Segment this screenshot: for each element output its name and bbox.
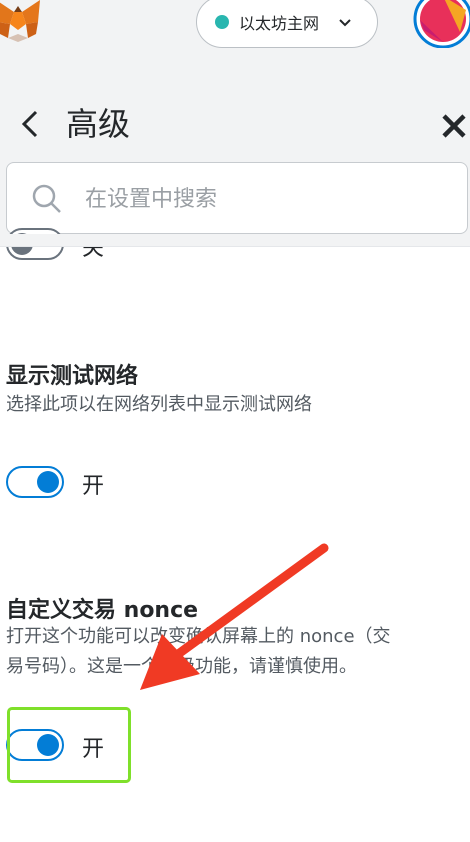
annotation-highlight-box: [7, 707, 131, 783]
chevron-down-icon: [339, 19, 351, 27]
header-divider: [0, 246, 470, 247]
metamask-fox-icon[interactable]: [0, 0, 44, 42]
toggle-knob: [37, 471, 59, 493]
show-test-networks-toggle[interactable]: [6, 466, 64, 498]
network-selector[interactable]: 以太坊主网: [196, 0, 378, 48]
search-input[interactable]: [83, 177, 457, 221]
custom-nonce-description-line2: 易号码）。这是一个高级功能，请谨慎使用。: [6, 656, 357, 677]
show-test-networks-title: 显示测试网络: [6, 364, 139, 389]
header-bottom-strip: [0, 234, 470, 246]
app-header: 以太坊主网: [0, 0, 470, 58]
show-test-networks-toggle-label: 开: [82, 474, 105, 499]
show-test-networks-description: 选择此项以在网络列表中显示测试网络: [6, 394, 312, 415]
account-avatar[interactable]: [410, 0, 470, 48]
close-icon[interactable]: [440, 112, 468, 140]
custom-nonce-title: 自定义交易 nonce: [6, 598, 199, 623]
network-name: 以太坊主网: [239, 14, 320, 33]
page-title: 高级: [66, 105, 131, 143]
search-icon: [32, 184, 61, 213]
network-status-dot: [215, 15, 229, 29]
back-arrow-icon[interactable]: [14, 106, 44, 142]
custom-nonce-description-line1: 打开这个功能可以改变确认屏幕上的 nonce（交: [6, 626, 391, 647]
settings-search-box[interactable]: [6, 162, 468, 234]
